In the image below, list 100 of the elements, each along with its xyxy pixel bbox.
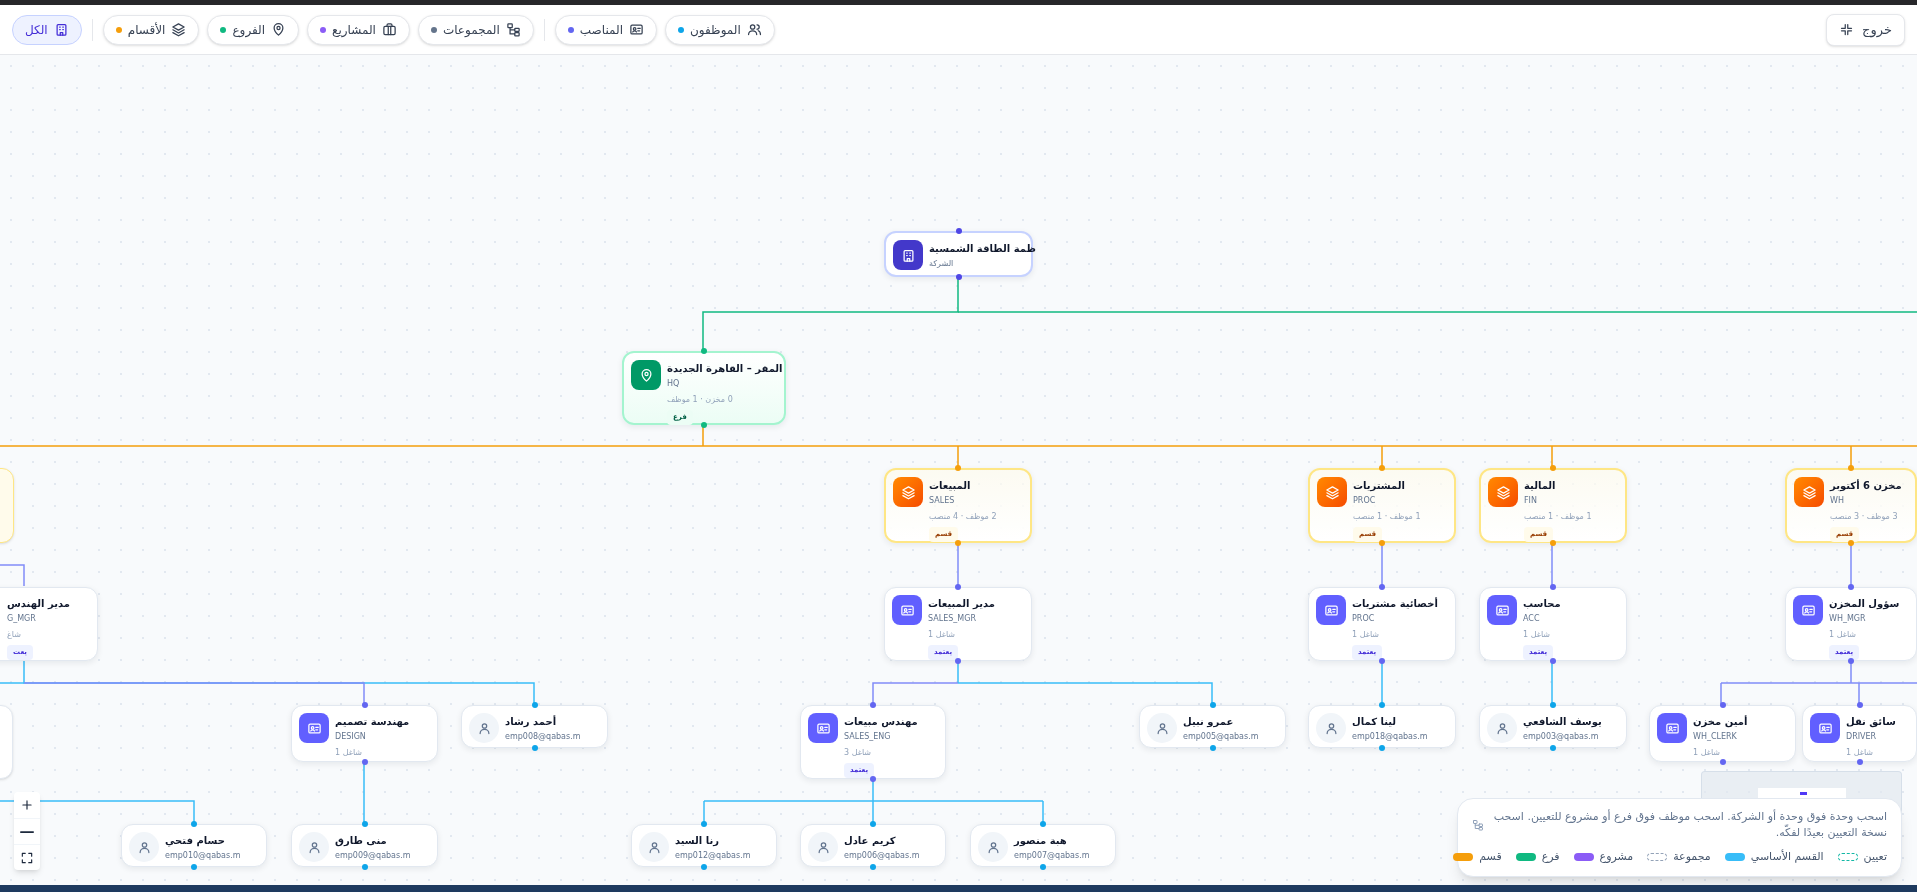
connection-handle[interactable]	[1550, 540, 1556, 546]
connection-handle[interactable]	[531, 702, 538, 708]
filter-chip[interactable]: المجموعات	[417, 14, 534, 45]
connection-handle[interactable]	[1848, 584, 1854, 590]
connection-handle[interactable]	[955, 465, 961, 471]
connection-handle[interactable]	[955, 228, 962, 234]
connection-handle[interactable]	[1379, 702, 1385, 708]
connection-handle[interactable]	[1379, 540, 1385, 546]
person-icon	[306, 839, 322, 855]
connection-handle[interactable]	[1040, 864, 1046, 870]
connection-handle[interactable]	[1550, 465, 1556, 471]
node-stats: 0 مخزن · 1 موظف	[667, 394, 733, 406]
node-stats: 1 موظف · 1 منصب	[1524, 511, 1592, 523]
connection-handle[interactable]	[361, 821, 368, 827]
person-icon	[1494, 720, 1510, 736]
connection-handle[interactable]	[1379, 465, 1385, 471]
connection-handle[interactable]	[870, 821, 876, 827]
person-icon	[136, 839, 152, 855]
id-card-icon	[1494, 602, 1510, 618]
connection-handle[interactable]	[870, 776, 876, 782]
node-stats: 2 موظف · 4 منصب	[929, 511, 997, 523]
node-stats: شاغ	[7, 629, 21, 641]
node-stats: شاغل 1	[1352, 629, 1380, 641]
connection-handle[interactable]	[1856, 759, 1863, 765]
id-card-icon	[1817, 720, 1833, 736]
connection-handle[interactable]	[701, 821, 707, 827]
person-icon	[646, 839, 662, 855]
connection-handle[interactable]	[955, 584, 961, 590]
connection-handle[interactable]	[361, 864, 368, 870]
filter-chip[interactable]: الموظفون	[665, 14, 775, 45]
person-icon	[985, 839, 1001, 855]
connection-handle[interactable]	[870, 864, 876, 870]
node-code: DRIVER	[1846, 731, 1877, 743]
connection-handle[interactable]	[1856, 702, 1863, 708]
connection-handle[interactable]	[1550, 745, 1556, 751]
node-title: حسام فتحي	[165, 834, 225, 848]
node-title: ظمة الطاقة الشمسية	[929, 242, 1036, 256]
exit-button[interactable]: خروج	[1826, 13, 1905, 46]
email-text: emp003@qabas.m	[1523, 731, 1599, 743]
connection-handle[interactable]	[1848, 465, 1854, 471]
legend-label: القسم الأساسي	[1750, 849, 1824, 865]
id-card-icon	[629, 22, 644, 37]
node-code: G_MGR	[7, 613, 36, 625]
connection-handle[interactable]	[361, 759, 368, 765]
node-code: SALES	[929, 495, 955, 507]
users-icon	[746, 22, 762, 37]
node-title: مدير المبيعات	[928, 597, 995, 611]
connection-handle[interactable]	[955, 658, 961, 664]
email-text: emp007@qabas.m	[1014, 850, 1090, 862]
filter-chip[interactable]: المشاريع	[307, 14, 410, 45]
layers-icon	[900, 484, 916, 500]
connection-handle[interactable]	[531, 745, 538, 751]
connection-handle[interactable]	[955, 540, 961, 546]
connection-handle[interactable]	[701, 422, 707, 428]
connection-handle[interactable]	[1719, 759, 1726, 765]
connection-handle[interactable]	[870, 702, 876, 708]
connection-handle[interactable]	[1848, 658, 1854, 664]
node-code: WH	[1830, 495, 1844, 507]
company-node[interactable]: ظمة الطاقة الشمسية الشركة	[884, 231, 1033, 277]
node-code: DESIGN	[335, 731, 366, 743]
connection-handle[interactable]	[1550, 702, 1556, 708]
node-title: عمرو نبيل	[1183, 715, 1234, 729]
node-stats: شاغل 1	[1846, 747, 1874, 759]
id-card-icon	[1664, 720, 1680, 736]
connection-handle[interactable]	[1379, 658, 1385, 664]
connection-handle[interactable]	[955, 274, 962, 280]
node-code: SALES_ENG	[844, 731, 891, 743]
legend-label: مشروع	[1599, 849, 1634, 865]
legend-label: قسم	[1479, 849, 1502, 865]
connection-handle[interactable]	[361, 702, 368, 708]
person-icon	[815, 839, 831, 855]
connection-handle[interactable]	[1848, 540, 1854, 546]
filter-chip[interactable]: الفروع	[207, 14, 300, 45]
connection-handle[interactable]	[701, 348, 707, 354]
connection-handle[interactable]	[191, 864, 197, 870]
node-stats: شاغل 1	[928, 629, 956, 641]
node-title: محاسب	[1523, 597, 1561, 611]
node-title: المشتريات	[1353, 479, 1405, 493]
connection-handle[interactable]	[1379, 584, 1385, 590]
layers-icon	[1324, 484, 1340, 500]
connection-handle[interactable]	[1040, 821, 1046, 827]
connection-handle[interactable]	[1719, 702, 1726, 708]
node-code: ACC	[1523, 613, 1540, 625]
filter-chip[interactable]: الأقسام	[102, 14, 200, 45]
node-stats: شاغل 1	[335, 747, 363, 759]
connection-handle[interactable]	[1550, 584, 1556, 590]
node-title: مخزن 6 أكتوبر	[1830, 478, 1902, 493]
legend-label: مجموعة	[1673, 849, 1711, 865]
connection-handle[interactable]	[1209, 702, 1216, 708]
node-stats: 3 موظف · 3 منصب	[1830, 511, 1898, 523]
filter-chip[interactable]: الكل	[12, 14, 82, 45]
node-stats: شاغل 1	[1829, 629, 1857, 641]
email-text: emp018@qabas.m	[1352, 731, 1428, 743]
filter-chip[interactable]: المناصب	[554, 14, 657, 45]
node-code: SALES_MGR	[928, 613, 976, 625]
connection-handle[interactable]	[701, 864, 707, 870]
connection-handle[interactable]	[1209, 745, 1216, 751]
connection-handle[interactable]	[1379, 745, 1385, 751]
connection-handle[interactable]	[1550, 658, 1556, 664]
connection-handle[interactable]	[191, 821, 197, 827]
